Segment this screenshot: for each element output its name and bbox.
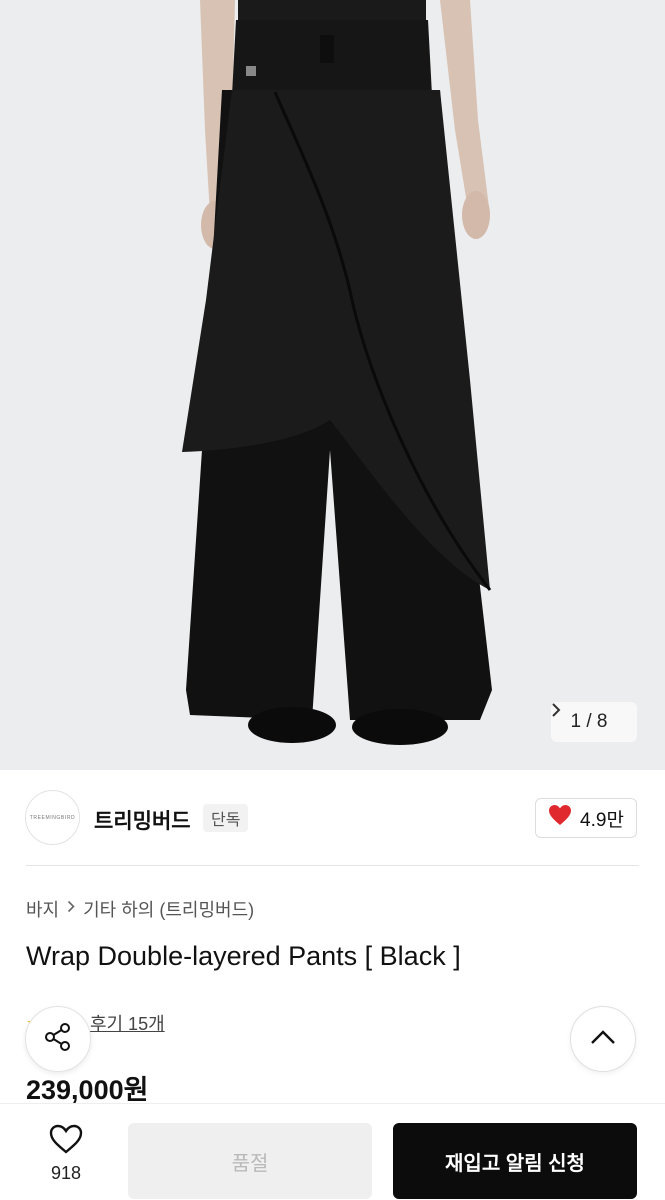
bottom-action-bar: 918 품절 재입고 알림 신청 bbox=[0, 1103, 665, 1200]
divider bbox=[26, 865, 639, 866]
brand-like-button[interactable]: 4.9만 bbox=[535, 798, 637, 838]
breadcrumb-category[interactable]: 바지 bbox=[26, 896, 59, 922]
breadcrumb: 바지 기타 하의 (트리밍버드) bbox=[26, 896, 254, 922]
brand-name[interactable]: 트리밍버드 bbox=[94, 805, 191, 835]
image-counter-current: 1 bbox=[570, 711, 582, 732]
image-counter-separator: / bbox=[586, 711, 592, 732]
product-image[interactable]: 1 / 8 bbox=[0, 0, 665, 770]
scroll-top-button[interactable] bbox=[570, 1006, 636, 1072]
restock-alert-button[interactable]: 재입고 알림 신청 bbox=[393, 1123, 637, 1199]
wishlist-count: 918 bbox=[50, 1163, 82, 1183]
exclusive-badge: 단독 bbox=[203, 804, 249, 832]
breadcrumb-subcategory[interactable]: 기타 하의 (트리밍버드) bbox=[83, 896, 254, 922]
heart-icon bbox=[548, 804, 572, 832]
brand-row: TREEMINGBIRD 트리밍버드 단독 4.9만 bbox=[0, 770, 665, 866]
brand-logo[interactable]: TREEMINGBIRD bbox=[25, 790, 80, 845]
review-link[interactable]: 후기 15개 bbox=[90, 1010, 165, 1036]
chevron-right-icon bbox=[67, 900, 75, 918]
product-price: 239,000원 bbox=[26, 1075, 149, 1105]
product-title: Wrap Double-layered Pants [ Black ] bbox=[26, 941, 461, 971]
wishlist-button[interactable]: 918 bbox=[30, 1124, 102, 1194]
brand-like-count: 4.9만 bbox=[580, 809, 624, 831]
brand-logo-text: TREEMINGBIRD bbox=[29, 814, 76, 821]
image-counter[interactable]: 1 / 8 bbox=[551, 702, 637, 742]
share-button[interactable] bbox=[25, 1006, 91, 1072]
image-counter-total: 8 bbox=[596, 711, 608, 732]
heart-outline-icon bbox=[49, 1124, 83, 1159]
soldout-button[interactable]: 품절 bbox=[128, 1123, 372, 1199]
product-photo-illustration bbox=[0, 0, 665, 770]
chevron-up-icon bbox=[590, 1029, 616, 1050]
share-icon bbox=[43, 1022, 73, 1057]
